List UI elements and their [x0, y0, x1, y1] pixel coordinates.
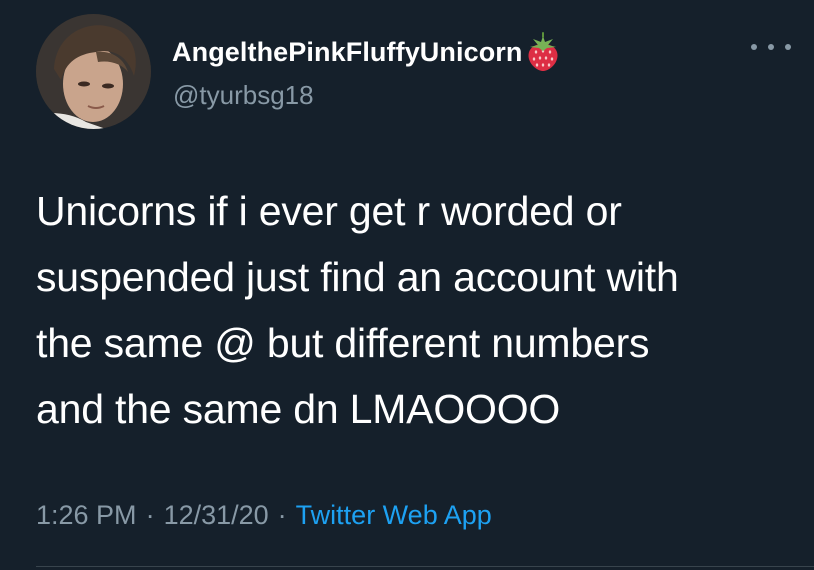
avatar[interactable]: [36, 14, 151, 129]
dot: [785, 44, 791, 50]
tweet-time[interactable]: 1:26 PM: [36, 500, 137, 531]
strawberry-icon: [526, 32, 560, 72]
tweet-text-line: the same @ but different numbers: [36, 320, 650, 366]
display-name[interactable]: AngelthePinkFluffyUnicorn: [172, 37, 523, 68]
tweet-text-line: suspended just find an account with: [36, 254, 679, 300]
tweet-text-line: Unicorns if i ever get r worded or: [36, 188, 622, 234]
more-horizontal-icon[interactable]: [751, 36, 791, 58]
meta-separator: ·: [145, 500, 155, 530]
tweet-text-line: and the same dn LMAOOOO: [36, 386, 561, 432]
dot: [768, 44, 774, 50]
user-handle[interactable]: @tyurbsg18: [173, 80, 314, 111]
dot: [751, 44, 757, 50]
tweet-source-link[interactable]: Twitter Web App: [296, 500, 492, 531]
divider: [36, 566, 814, 567]
tweet-meta: 1:26 PM · 12/31/20 · Twitter Web App: [36, 500, 492, 531]
tweet-text: Unicorns if i ever get r worded or suspe…: [36, 178, 796, 442]
meta-separator: ·: [277, 500, 287, 530]
tweet-card: AngelthePinkFluffyUnicorn @tyurbsg18 Uni…: [0, 0, 814, 570]
tweet-date[interactable]: 12/31/20: [164, 500, 269, 531]
display-name-row[interactable]: AngelthePinkFluffyUnicorn: [172, 32, 560, 72]
